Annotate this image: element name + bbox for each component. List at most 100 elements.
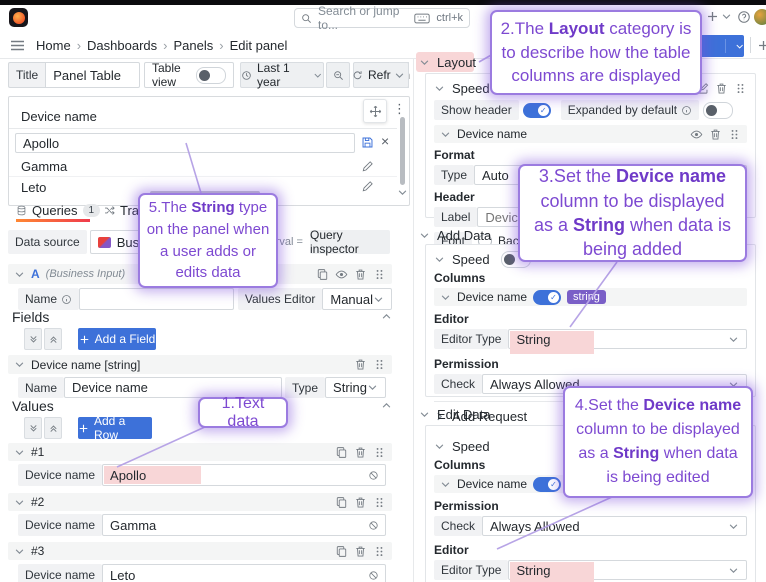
editor-type-select[interactable]: String (508, 560, 747, 580)
layout-column-device[interactable]: Device name (434, 125, 747, 143)
drag-handle-icon[interactable] (373, 545, 386, 558)
collapse-all-button[interactable] (24, 328, 42, 350)
category-add-data[interactable]: Add Data (419, 226, 491, 244)
table-column-header[interactable]: Device name (21, 109, 97, 124)
expand-all-button[interactable] (44, 417, 62, 439)
trash-icon[interactable] (354, 446, 367, 459)
eye-icon[interactable] (335, 268, 348, 281)
disable-icon[interactable] (368, 470, 379, 481)
cancel-edit-icon[interactable]: × (381, 133, 389, 149)
editor-type-select[interactable]: String (508, 329, 747, 349)
category-layout[interactable]: Layout (419, 52, 476, 72)
drag-handle-icon[interactable] (373, 268, 386, 281)
menu-icon[interactable] (10, 39, 25, 52)
drag-handle-icon[interactable] (734, 82, 747, 95)
add-data-column-device[interactable]: Device name ✓ string (434, 288, 747, 306)
chevron-down-icon (440, 479, 451, 490)
panel-title-group: Title Panel Table (8, 62, 140, 88)
permission-check-select[interactable]: Always Allowed (482, 516, 747, 536)
drag-handle-icon[interactable] (728, 128, 741, 141)
cell-edit-input[interactable]: Apollo (15, 133, 355, 153)
value-row-header[interactable]: #2 (8, 493, 392, 511)
trash-icon[interactable] (715, 82, 728, 95)
panel-title-input[interactable]: Panel Table (45, 62, 140, 88)
trash-icon[interactable] (709, 128, 722, 141)
values-editor-label: Values Editor (238, 288, 322, 310)
drag-handle-icon[interactable] (373, 358, 386, 371)
help-icon[interactable] (737, 10, 751, 24)
scrollbar-thumb[interactable] (400, 117, 405, 185)
panel-preview: Device name Apollo × Gamma Leto ⋮ (8, 96, 410, 206)
disable-icon[interactable] (368, 520, 379, 531)
expanded-toggle[interactable] (703, 102, 733, 119)
row-value-input[interactable]: Leto (102, 564, 386, 582)
chevron-down-icon (434, 83, 445, 94)
field-type-select[interactable]: String (325, 377, 386, 398)
expand-all-button[interactable] (44, 328, 62, 350)
editor-heading: Editor (434, 312, 747, 326)
query-name-input[interactable] (79, 288, 234, 310)
save-icon[interactable] (361, 136, 374, 149)
breadcrumb-dashboards[interactable]: Dashboards (87, 38, 157, 53)
row-field-label: Device name (18, 464, 102, 486)
row-value-input[interactable]: Apollo (102, 464, 386, 486)
search-input[interactable]: Search or jump to... ctrl+k (294, 8, 470, 28)
collapse-all-icon (28, 423, 39, 434)
drag-handle-icon[interactable] (373, 446, 386, 459)
table-view-toggle[interactable] (196, 67, 226, 84)
move-panel-handle[interactable] (363, 99, 387, 123)
column-toggle[interactable]: ✓ (533, 477, 561, 492)
trash-icon[interactable] (354, 496, 367, 509)
callout-1: 1.Text data (198, 397, 288, 428)
zoom-out-button[interactable] (326, 62, 350, 88)
value-row-header[interactable]: #3 (8, 542, 392, 560)
collapse-icon[interactable] (381, 311, 392, 322)
row-value-input[interactable]: Gamma (102, 514, 386, 536)
collapse-all-button[interactable] (24, 417, 42, 439)
disable-icon[interactable] (368, 570, 379, 581)
trash-icon[interactable] (354, 545, 367, 558)
trash-icon[interactable] (354, 268, 367, 281)
trash-icon[interactable] (354, 358, 367, 371)
refresh-interval-dropdown[interactable] (391, 62, 409, 88)
pencil-icon[interactable] (361, 160, 374, 173)
breadcrumb-panels[interactable]: Panels (173, 38, 213, 53)
value-row-header[interactable]: #1 (8, 443, 392, 461)
values-editor-select[interactable]: Manual (322, 288, 392, 310)
column-toggle[interactable]: ✓ (533, 290, 561, 305)
tab-queries[interactable]: Queries 1 (16, 201, 100, 219)
add-field-button[interactable]: Add a Field (78, 328, 156, 350)
grafana-logo[interactable] (9, 8, 28, 27)
new-menu-button[interactable] (706, 10, 732, 23)
breadcrumb-separator: › (163, 38, 167, 53)
show-header-toggle[interactable]: ✓ (523, 103, 551, 118)
add-row-button[interactable]: Add a Row (78, 417, 152, 439)
collapse-icon[interactable] (381, 400, 392, 411)
panel-actions-icon[interactable] (757, 39, 766, 52)
duplicate-icon[interactable] (335, 446, 348, 459)
field-item-header[interactable]: Device name [string] (8, 355, 392, 374)
chevron-down-icon (373, 294, 384, 305)
values-section-title: Values (12, 398, 54, 414)
row-index: #1 (31, 445, 44, 459)
eye-icon[interactable] (690, 128, 703, 141)
editor-type-label: Editor Type (434, 329, 508, 349)
chevron-down-icon (14, 359, 25, 370)
permission-heading: Permission (434, 357, 747, 371)
category-edit-data[interactable]: Edit Data (419, 405, 490, 423)
breadcrumb-home[interactable]: Home (36, 38, 71, 53)
pane-divider[interactable] (413, 58, 414, 582)
duplicate-icon[interactable] (335, 496, 348, 509)
pencil-icon[interactable] (361, 180, 374, 193)
expand-all-icon (48, 334, 59, 345)
panel-menu-icon[interactable]: ⋮ (393, 101, 406, 117)
speed-label: Speed (452, 81, 490, 96)
avatar[interactable] (754, 9, 766, 25)
duplicate-icon[interactable] (316, 268, 329, 281)
time-range-picker[interactable]: Last 1 year (240, 62, 324, 88)
duplicate-icon[interactable] (335, 545, 348, 558)
scroll-down-icon[interactable] (397, 187, 408, 198)
query-inspector-button[interactable]: Query inspector (310, 230, 390, 254)
chevron-down-icon (721, 11, 732, 22)
drag-handle-icon[interactable] (373, 496, 386, 509)
